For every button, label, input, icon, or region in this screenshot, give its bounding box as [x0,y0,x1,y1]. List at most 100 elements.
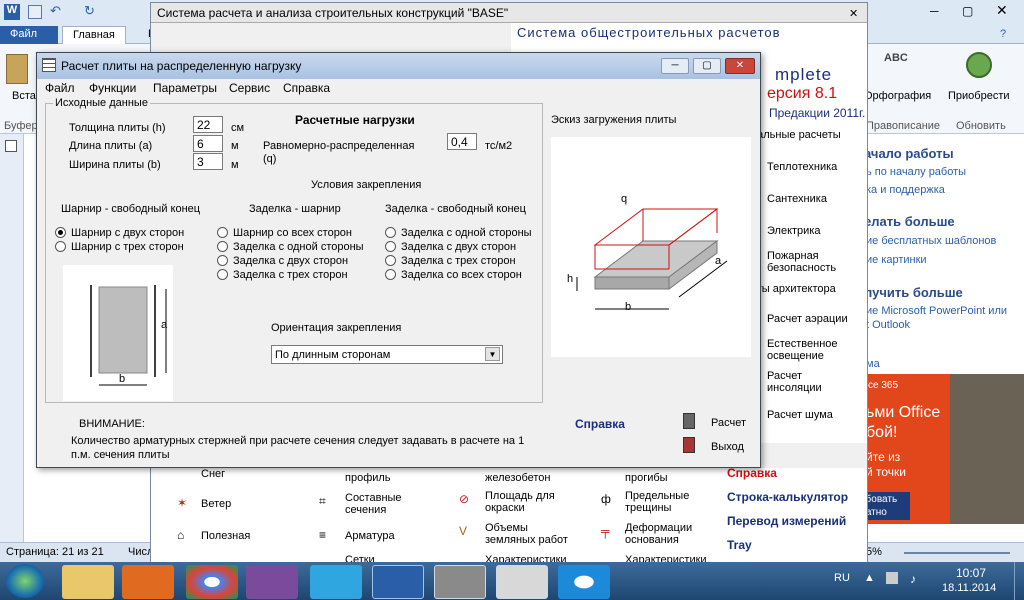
col2-opt2[interactable]: Заделка с двух сторон [233,255,348,267]
thickness-input[interactable]: 22 [193,116,223,133]
spelling-label[interactable]: Орфография [864,90,931,102]
right-item-fire[interactable]: Пожарная безопасность [767,250,847,274]
slab-task-icon[interactable] [496,565,548,599]
right-item-plumbing[interactable]: Сантехника [767,193,827,205]
dialog-maximize-button[interactable]: ▢ [693,58,721,74]
start-button-icon[interactable] [6,564,44,598]
explorer-icon[interactable] [62,565,114,599]
col3-opt3[interactable]: Заделка со всех сторон [401,269,522,281]
tray-arrow-icon[interactable]: ▲ [864,572,875,584]
zoom-level[interactable]: 5% [866,546,882,558]
menu-params[interactable]: Параметры [153,81,217,95]
dialog-help-link[interactable]: Справка [575,417,625,431]
acquire-icon[interactable] [966,52,992,78]
radio-col3-0[interactable] [385,227,396,238]
menu-file[interactable]: Файл [45,81,75,95]
right-item-insolation[interactable]: Расчет инсоляции [767,370,847,394]
ie-icon[interactable] [558,565,610,599]
exit-button[interactable]: Выход [711,441,744,453]
clock-date[interactable]: 18.11.2014 [942,582,996,594]
base-task-icon[interactable] [434,565,486,599]
status-page[interactable]: Страница: 21 из 21 [6,546,104,558]
undo-icon[interactable]: ↶ [50,3,61,19]
word-maximize-icon[interactable]: ▢ [962,4,973,18]
col2-opt1[interactable]: Заделка с одной стороны [233,241,364,253]
menu-functions[interactable]: Функции [89,81,136,95]
right-item-lighting[interactable]: Естественное освещение [767,338,847,362]
bottom-calculator[interactable]: Строка-калькулятор [727,490,848,504]
bottom-deflection[interactable]: прогибы [625,472,668,484]
chevron-down-icon[interactable]: ▼ [485,347,500,361]
length-input[interactable]: 6 [193,135,223,152]
paste-icon[interactable] [6,54,28,84]
help-link-start[interactable]: ь по началу работы [866,166,966,178]
dialog-close-button[interactable]: ✕ [725,58,755,74]
radio-col3-3[interactable] [385,269,396,280]
bottom-earthwork[interactable]: Объемы земляных работ [485,522,575,546]
bottom-deform[interactable]: Деформации основания [625,522,705,546]
media-player-icon[interactable] [122,565,174,599]
right-item-electric[interactable]: Электрика [767,225,821,237]
chrome-icon[interactable] [186,565,238,599]
skype-icon[interactable] [310,565,362,599]
right-item-noise[interactable]: Расчет шума [767,409,833,421]
dialog-minimize-button[interactable]: ─ [661,58,689,74]
bottom-snow[interactable]: Снег [201,468,225,480]
help-link-more[interactable]: ма [866,358,880,370]
bottom-paint[interactable]: Площадь для окраски [485,490,565,514]
word-minimize-icon[interactable]: ─ [930,4,939,18]
menu-service[interactable]: Сервис [229,81,270,95]
radio-col3-2[interactable] [385,255,396,266]
help-link-powerpoint[interactable]: ие Microsoft PowerPoint или [866,305,1007,317]
bottom-concrete[interactable]: железобетон [485,472,550,484]
col2-opt3[interactable]: Заделка с трех сторон [233,269,348,281]
help-link-clipart[interactable]: ие картинки [866,254,927,266]
help-link-outlook[interactable]: t Outlook [866,319,910,331]
word-close-icon[interactable]: ✕ [996,2,1008,19]
radio-col1-0[interactable] [55,227,66,238]
radio-col2-2[interactable] [217,255,228,266]
bottom-wind[interactable]: Ветер [201,498,231,510]
word-task-icon[interactable] [372,565,424,599]
col1-opt0[interactable]: Шарнир с двух сторон [71,227,184,239]
office365-ad[interactable]: ce 365 ьми Office бой! йте из й точки об… [858,374,1024,524]
language-indicator[interactable]: RU [834,572,850,584]
radio-col3-1[interactable] [385,241,396,252]
network-icon[interactable] [886,572,898,584]
right-item-heat[interactable]: Теплотехника [767,161,837,173]
exit-door-icon[interactable] [683,437,695,453]
calculator-icon[interactable] [683,413,695,429]
calc-button[interactable]: Расчет [711,417,746,429]
archiver-icon[interactable] [246,565,298,599]
bottom-useful[interactable]: Полезная [201,530,250,542]
bottom-rebar[interactable]: Арматура [345,530,395,542]
bottom-composite[interactable]: Составные сечения [345,492,425,516]
col1-opt1[interactable]: Шарнир с трех сторон [71,241,184,253]
orient-select[interactable]: По длинным сторонам ▼ [271,345,503,364]
radio-col2-3[interactable] [217,269,228,280]
col3-opt0[interactable]: Заделка с одной стороны [401,227,532,239]
tab-home[interactable]: Главная [62,26,126,44]
show-desktop-button[interactable] [1014,562,1024,600]
col3-opt2[interactable]: Заделка с трех сторон [401,255,516,267]
radio-col2-0[interactable] [217,227,228,238]
redo-icon[interactable]: ↻ [84,3,95,19]
acquire-label[interactable]: Приобрести [948,90,1010,102]
spelling-icon[interactable]: ABC [884,52,908,64]
base-close-icon[interactable]: ✕ [849,7,858,20]
help-icon[interactable]: ? [1000,28,1006,40]
tab-file[interactable]: Файл [0,26,58,44]
load-input[interactable]: 0,4 [447,133,477,150]
zoom-slider[interactable] [904,552,1010,554]
col3-opt1[interactable]: Заделка с двух сторон [401,241,516,253]
clock-time[interactable]: 10:07 [956,566,986,580]
volume-icon[interactable]: ♪ [910,572,916,586]
help-link-templates[interactable]: ие бесплатных шаблонов [866,235,996,247]
help-link-support[interactable]: ка и поддержка [866,184,945,196]
menu-help[interactable]: Справка [283,81,330,95]
col2-opt0[interactable]: Шарнир со всех сторон [233,227,352,239]
bottom-help[interactable]: Справка [727,466,777,480]
save-icon[interactable] [28,5,42,19]
ruler-tab-icon[interactable] [5,140,17,152]
bottom-cracks[interactable]: Предельные трещины [625,490,705,514]
